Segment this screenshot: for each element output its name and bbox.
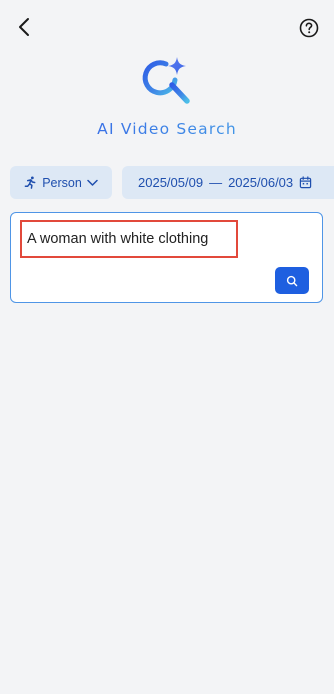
question-circle-icon — [299, 18, 319, 38]
help-button[interactable] — [297, 16, 321, 40]
person-type-dropdown[interactable]: Person — [10, 166, 112, 199]
calendar-icon — [299, 176, 312, 189]
person-type-label: Person — [42, 175, 82, 190]
magnifier-sparkle-icon — [142, 57, 190, 104]
search-button[interactable] — [275, 267, 309, 294]
date-separator: — — [209, 175, 223, 190]
running-person-icon — [24, 176, 36, 189]
date-range-picker[interactable]: 2025/05/09 — 2025/06/03 — [122, 166, 334, 199]
chevron-down-icon — [87, 179, 98, 186]
search-box[interactable]: A woman with white clothing — [10, 212, 323, 303]
search-query-input[interactable]: A woman with white clothing — [20, 220, 238, 258]
date-end: 2025/06/03 — [228, 175, 294, 190]
app-logo — [138, 54, 198, 110]
search-icon — [286, 275, 298, 286]
app-title: AI Video Search — [0, 120, 334, 138]
chevron-left-icon — [19, 18, 29, 36]
back-button[interactable] — [12, 14, 36, 40]
date-start: 2025/05/09 — [138, 175, 204, 190]
filter-row: Person 2025/05/09 — 2025/06/03 — [10, 166, 334, 200]
